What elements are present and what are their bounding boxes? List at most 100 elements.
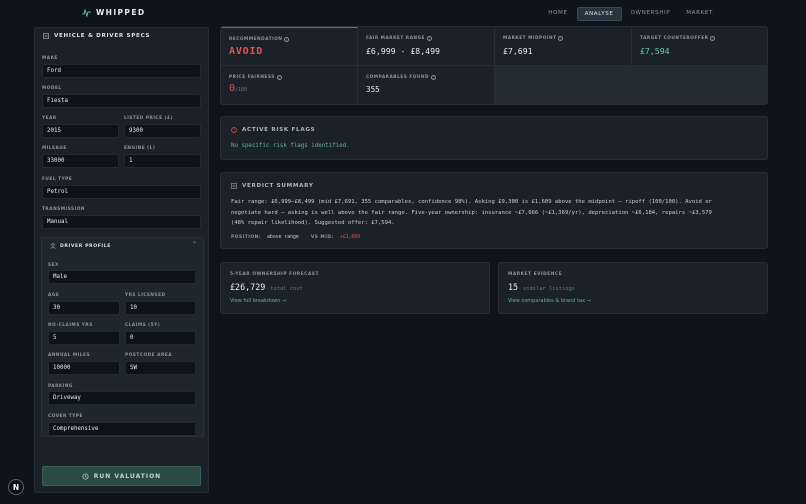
market-evidence-card: MARKET EVIDENCE 15 similar listings View…	[498, 262, 768, 314]
make-label: MAKE	[42, 56, 58, 61]
fair-market-range-cell: FAIR MARKET RANGE i £6,999 - £8,499	[358, 27, 495, 66]
claims-input[interactable]: 0	[125, 331, 196, 345]
cover-type-select[interactable]: Comprehensive	[48, 422, 196, 436]
comparables-found-cell: COMPARABLES FOUND i 355	[358, 66, 495, 104]
verdict-line: Fair range: £6,999–£8,499 (mid £7,691, 3…	[231, 199, 712, 205]
fuel-type-label: FUEL TYPE	[42, 177, 73, 182]
alert-icon	[231, 127, 237, 133]
comparables-found-value: 355	[366, 85, 380, 94]
nav-market[interactable]: MARKET	[679, 7, 720, 21]
nav-analyse[interactable]: ANALYSE	[576, 7, 622, 21]
evidence-label: MARKET EVIDENCE	[508, 272, 563, 277]
fuel-type-select[interactable]: Petrol	[42, 185, 201, 199]
vs-mid-label: VS MID:	[310, 235, 334, 240]
nav-ownership[interactable]: OWNERSHIP	[624, 7, 678, 21]
nav-home[interactable]: HOME	[541, 7, 574, 21]
view-breakdown-link[interactable]: View full breakdown →	[230, 298, 286, 304]
evidence-value: 15	[508, 282, 519, 292]
year-label: YEAR	[42, 116, 57, 121]
verdict-title: VERDICT SUMMARY	[242, 183, 314, 189]
risk-flags-text: No specific risk flags identified.	[231, 143, 350, 149]
mileage-input[interactable]: 33000	[42, 154, 119, 168]
listed-price-input[interactable]: 9300	[124, 124, 201, 138]
parking-label: PARKING	[48, 384, 73, 389]
n-logo-icon: N	[12, 482, 20, 492]
view-comparables-link[interactable]: View comparables & brand tax →	[508, 298, 591, 304]
info-icon[interactable]: i	[426, 36, 432, 41]
info-icon[interactable]: i	[710, 36, 716, 41]
target-counteroffer-cell: TARGET COUNTEROFFER i £7,594	[632, 27, 767, 66]
info-icon[interactable]: i	[558, 36, 564, 41]
specs-title: VEHICLE & DRIVER SPECS	[54, 33, 151, 39]
market-midpoint-value: £7,691	[503, 46, 533, 56]
market-midpoint-cell: MARKET MIDPOINT i £7,691	[495, 27, 632, 66]
specs-sidebar: VEHICLE & DRIVER SPECS MAKE Ford MODEL F…	[34, 27, 209, 493]
parking-select[interactable]: Driveway	[48, 391, 196, 405]
driver-profile-header[interactable]: DRIVER PROFILE	[50, 243, 111, 249]
main-nav: HOME ANALYSE OWNERSHIP MARKET	[539, 7, 720, 21]
target-counteroffer-label: TARGET COUNTEROFFER i	[640, 36, 716, 41]
refresh-icon	[82, 472, 89, 480]
evidence-value-row: 15 similar listings	[508, 282, 575, 292]
forecast-value: £26,729	[230, 282, 266, 292]
engine-label: ENGINE (L)	[124, 146, 156, 151]
make-input[interactable]: Ford	[42, 64, 201, 78]
forecast-label: 5-YEAR OWNERSHIP FORECAST	[230, 272, 319, 277]
forecast-unit: total cost	[270, 286, 303, 292]
fair-market-range-label: FAIR MARKET RANGE i	[366, 36, 432, 41]
user-icon	[50, 243, 56, 249]
cover-type-label: COVER TYPE	[48, 414, 83, 419]
annual-miles-input[interactable]: 10000	[48, 361, 120, 375]
verdict-card: VERDICT SUMMARY Fair range: £6,999–£8,49…	[220, 172, 768, 249]
verdict-line: (48% repair likelihood). Suggested offer…	[231, 220, 395, 226]
app-logo[interactable]: WHIPPED	[82, 8, 145, 17]
dev-tools-button[interactable]: N	[8, 479, 24, 495]
listed-price-label: LISTED PRICE (£)	[124, 116, 173, 121]
app-name: WHIPPED	[96, 8, 146, 17]
comparables-found-label: COMPARABLES FOUND i	[366, 75, 437, 80]
info-icon[interactable]: i	[276, 75, 282, 80]
verdict-text: Fair range: £6,999–£8,499 (mid £7,691, 3…	[231, 197, 712, 229]
postcode-label: POSTCODE AREA	[125, 353, 173, 358]
age-label: AGE	[48, 293, 60, 298]
forecast-value-row: £26,729 total cost	[230, 282, 303, 292]
age-input[interactable]: 30	[48, 301, 120, 315]
vs-mid-value: +£1,609	[339, 235, 361, 240]
engine-input[interactable]: 1	[124, 154, 201, 168]
chevron-up-icon[interactable]: ⌃	[192, 241, 197, 248]
info-icon[interactable]: i	[284, 37, 290, 42]
sex-label: SEX	[48, 263, 59, 268]
specs-panel-title: VEHICLE & DRIVER SPECS	[43, 33, 150, 39]
ownership-forecast-card: 5-YEAR OWNERSHIP FORECAST £26,729 total …	[220, 262, 490, 314]
year-input[interactable]: 2015	[42, 124, 119, 138]
valuation-summary-grid: RECOMMENDATION i AVOID FAIR MARKET RANGE i…	[220, 26, 768, 105]
fair-market-range-value: £6,999 - £8,499	[366, 46, 440, 56]
evidence-unit: similar listings	[523, 286, 576, 292]
price-fairness-label: PRICE FAIRNESS i	[229, 75, 282, 80]
sex-select[interactable]: Male	[48, 270, 196, 284]
transmission-label: TRANSMISSION	[42, 207, 85, 212]
risk-flags-title: ACTIVE RISK FLAGS	[242, 127, 316, 133]
empty-summary-region	[495, 66, 767, 104]
recommendation-value: AVOID	[229, 46, 264, 57]
price-fairness-value: 0/100	[229, 83, 248, 94]
price-fairness-cell: PRICE FAIRNESS i 0/100	[221, 66, 358, 104]
driver-profile-section: DRIVER PROFILE ⌃ SEX Male AGE 30 YRS LIC…	[41, 237, 204, 437]
position-value: above range	[267, 235, 299, 240]
recommendation-label: RECOMMENDATION i	[229, 37, 290, 42]
no-claims-input[interactable]: 5	[48, 331, 120, 345]
transmission-select[interactable]: Manual	[42, 215, 201, 229]
yrs-licensed-input[interactable]: 10	[125, 301, 196, 315]
postcode-input[interactable]: SW	[125, 361, 196, 375]
verdict-header: VERDICT SUMMARY	[231, 183, 314, 189]
model-input[interactable]: Fiesta	[42, 94, 201, 108]
verdict-line: negotiate hard — asking is well above th…	[231, 209, 712, 216]
risk-flags-card: ACTIVE RISK FLAGS No specific risk flags…	[220, 116, 768, 160]
info-icon[interactable]: i	[431, 75, 437, 80]
annual-miles-label: ANNUAL MILES	[48, 353, 91, 358]
claims-label: CLAIMS (5Y)	[125, 323, 161, 328]
market-midpoint-label: MARKET MIDPOINT i	[503, 36, 564, 41]
driver-profile-title: DRIVER PROFILE	[60, 243, 112, 249]
verdict-position-row: POSITION: above range VS MID: +£1,609	[231, 235, 360, 240]
run-valuation-button[interactable]: RUN VALUATION	[42, 466, 201, 486]
